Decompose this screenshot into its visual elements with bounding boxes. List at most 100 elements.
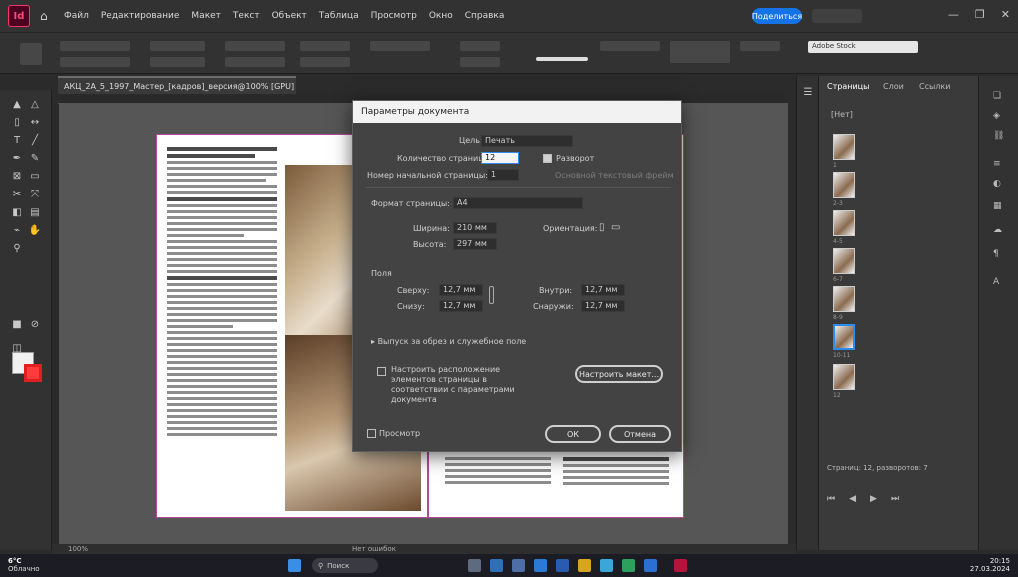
gap-tool-icon[interactable]: ↔ — [28, 116, 42, 130]
page-thumb-10-11[interactable] — [833, 324, 855, 350]
bottom-margin-input[interactable]: 12,7 мм — [439, 300, 483, 312]
zoom-level[interactable]: 100% — [68, 545, 88, 553]
note-tool-icon[interactable]: ▤ — [28, 206, 42, 220]
page-thumb-4-5[interactable] — [833, 210, 855, 236]
shear-field[interactable] — [300, 57, 350, 67]
menu-object[interactable]: Объект — [272, 11, 307, 21]
scale-y-field[interactable] — [225, 57, 285, 67]
mail-icon[interactable] — [556, 559, 569, 572]
clock[interactable]: 20:15 27.03.2024 — [970, 557, 1010, 573]
fit-controls[interactable] — [740, 41, 780, 51]
width-input[interactable]: 210 мм — [453, 222, 497, 234]
scissors-tool-icon[interactable]: ✂ — [10, 188, 24, 202]
indesign-taskbar-icon[interactable] — [674, 559, 687, 572]
stroke-swatch[interactable] — [460, 57, 500, 67]
type-tool-icon[interactable]: T — [10, 134, 24, 148]
gradient-tool-icon[interactable]: ◧ — [10, 206, 24, 220]
page-thumb-12[interactable] — [833, 364, 855, 390]
workspace-switcher[interactable] — [812, 9, 862, 23]
ok-button[interactable]: ОК — [545, 425, 601, 443]
fill-swatch[interactable] — [460, 41, 500, 51]
home-icon[interactable]: ⌂ — [40, 9, 54, 23]
menu-layout[interactable]: Макет — [191, 11, 221, 21]
layers-panel-icon[interactable]: ◈ — [993, 110, 1005, 122]
links-panel-icon[interactable]: ⛓ — [993, 130, 1005, 142]
next-page-icon[interactable]: ▶ — [870, 494, 877, 506]
page-thumb-1[interactable] — [833, 134, 855, 160]
flip-controls[interactable] — [370, 41, 430, 51]
effects-controls[interactable] — [670, 41, 730, 63]
menu-edit[interactable]: Редактирование — [101, 11, 180, 21]
view-mode-icon[interactable]: ◫ — [10, 342, 24, 356]
height-input[interactable]: 297 мм — [453, 238, 497, 250]
width-field[interactable] — [150, 41, 205, 51]
task-view-icon[interactable] — [468, 559, 481, 572]
cancel-button[interactable]: Отмена — [609, 425, 671, 443]
explorer-icon[interactable] — [578, 559, 591, 572]
menu-file[interactable]: Файл — [64, 11, 89, 21]
pages-panel-icon[interactable]: ❏ — [993, 90, 1005, 102]
swatches-panel-icon[interactable]: ▦ — [993, 200, 1005, 212]
menu-type[interactable]: Текст — [233, 11, 260, 21]
prev-page-icon[interactable]: ◀ — [849, 494, 856, 506]
num-pages-input[interactable]: 12 — [481, 152, 519, 164]
scale-x-field[interactable] — [225, 41, 285, 51]
reference-point-icon[interactable] — [20, 43, 42, 65]
page-size-select[interactable]: A4 — [453, 197, 583, 209]
preflight-status[interactable]: Нет ошибок — [352, 545, 396, 553]
stroke-color-swatch[interactable] — [24, 364, 42, 382]
zoom-tool-icon[interactable]: ⚲ — [10, 242, 24, 256]
selection-tool-icon[interactable]: ▲ — [10, 98, 24, 112]
store-icon[interactable] — [534, 559, 547, 572]
weather-widget[interactable]: 6°C Облачно — [8, 557, 40, 573]
text-wrap-icon[interactable]: ¶ — [993, 248, 1005, 260]
adjust-layout-button[interactable]: Настроить макет... — [575, 365, 663, 383]
menu-window[interactable]: Окно — [429, 11, 453, 21]
tab-links[interactable]: Ссылки — [919, 82, 950, 91]
first-page-icon[interactable]: ⏮ — [827, 494, 835, 506]
taskbar-search[interactable]: ⚲ Поиск — [312, 558, 378, 573]
master-none-label[interactable]: [Нет] — [831, 110, 853, 119]
document-tab[interactable]: АКЦ_2А_5_1997_Мастер_[кадров]_версия@100… — [58, 76, 296, 94]
purpose-select[interactable]: Печать — [481, 135, 573, 147]
page-thumb-6-7[interactable] — [833, 248, 855, 274]
height-field[interactable] — [150, 57, 205, 67]
page-tool-icon[interactable]: ▯ — [10, 116, 24, 130]
rectangle-tool-icon[interactable]: ▭ — [28, 170, 42, 184]
tab-pages[interactable]: Страницы — [827, 82, 869, 91]
eyedropper-tool-icon[interactable]: ⌁ — [10, 224, 24, 238]
adjust-layout-checkbox[interactable] — [377, 367, 386, 376]
start-page-input[interactable]: 1 — [487, 169, 519, 181]
x-position-field[interactable] — [60, 41, 130, 51]
opacity-field[interactable] — [600, 41, 660, 51]
stroke-weight-preview[interactable] — [536, 57, 588, 61]
y-position-field[interactable] — [60, 57, 130, 67]
line-tool-icon[interactable]: ╱ — [28, 134, 42, 148]
menu-help[interactable]: Справка — [465, 11, 505, 21]
pen-tool-icon[interactable]: ✒ — [10, 152, 24, 166]
windows-start-icon[interactable] — [288, 559, 301, 572]
top-margin-input[interactable]: 12,7 мм — [439, 284, 483, 296]
last-page-icon[interactable]: ⏭ — [891, 494, 899, 506]
stroke-panel-icon[interactable]: ≡ — [993, 158, 1005, 170]
free-transform-tool-icon[interactable]: ⤧ — [28, 188, 42, 202]
portrait-orientation-icon[interactable]: ▯ — [599, 222, 605, 233]
link-margins-icon[interactable] — [489, 286, 494, 304]
page-thumb-2-3[interactable] — [833, 172, 855, 198]
rotate-field[interactable] — [300, 41, 350, 51]
stock-search-field[interactable]: Adobe Stock — [808, 41, 918, 53]
character-styles-icon[interactable]: A — [993, 276, 1005, 288]
menu-view[interactable]: Просмотр — [371, 11, 417, 21]
direct-selection-tool-icon[interactable]: △ — [28, 98, 42, 112]
apply-none-icon[interactable]: ⊘ — [28, 318, 42, 332]
edge-icon[interactable] — [490, 559, 503, 572]
close-icon[interactable]: ✕ — [1001, 8, 1010, 21]
telegram-icon[interactable] — [600, 559, 613, 572]
cc-libraries-icon[interactable]: ☁ — [993, 224, 1005, 236]
bleed-slug-toggle[interactable]: ▸ Выпуск за обрез и служебное поле — [371, 337, 526, 346]
color-panel-icon[interactable]: ◐ — [993, 178, 1005, 190]
properties-icon[interactable]: ☰ — [801, 86, 815, 100]
preview-checkbox[interactable] — [367, 429, 376, 438]
minimize-icon[interactable]: — — [948, 8, 959, 21]
landscape-orientation-icon[interactable]: ▭ — [611, 222, 620, 233]
